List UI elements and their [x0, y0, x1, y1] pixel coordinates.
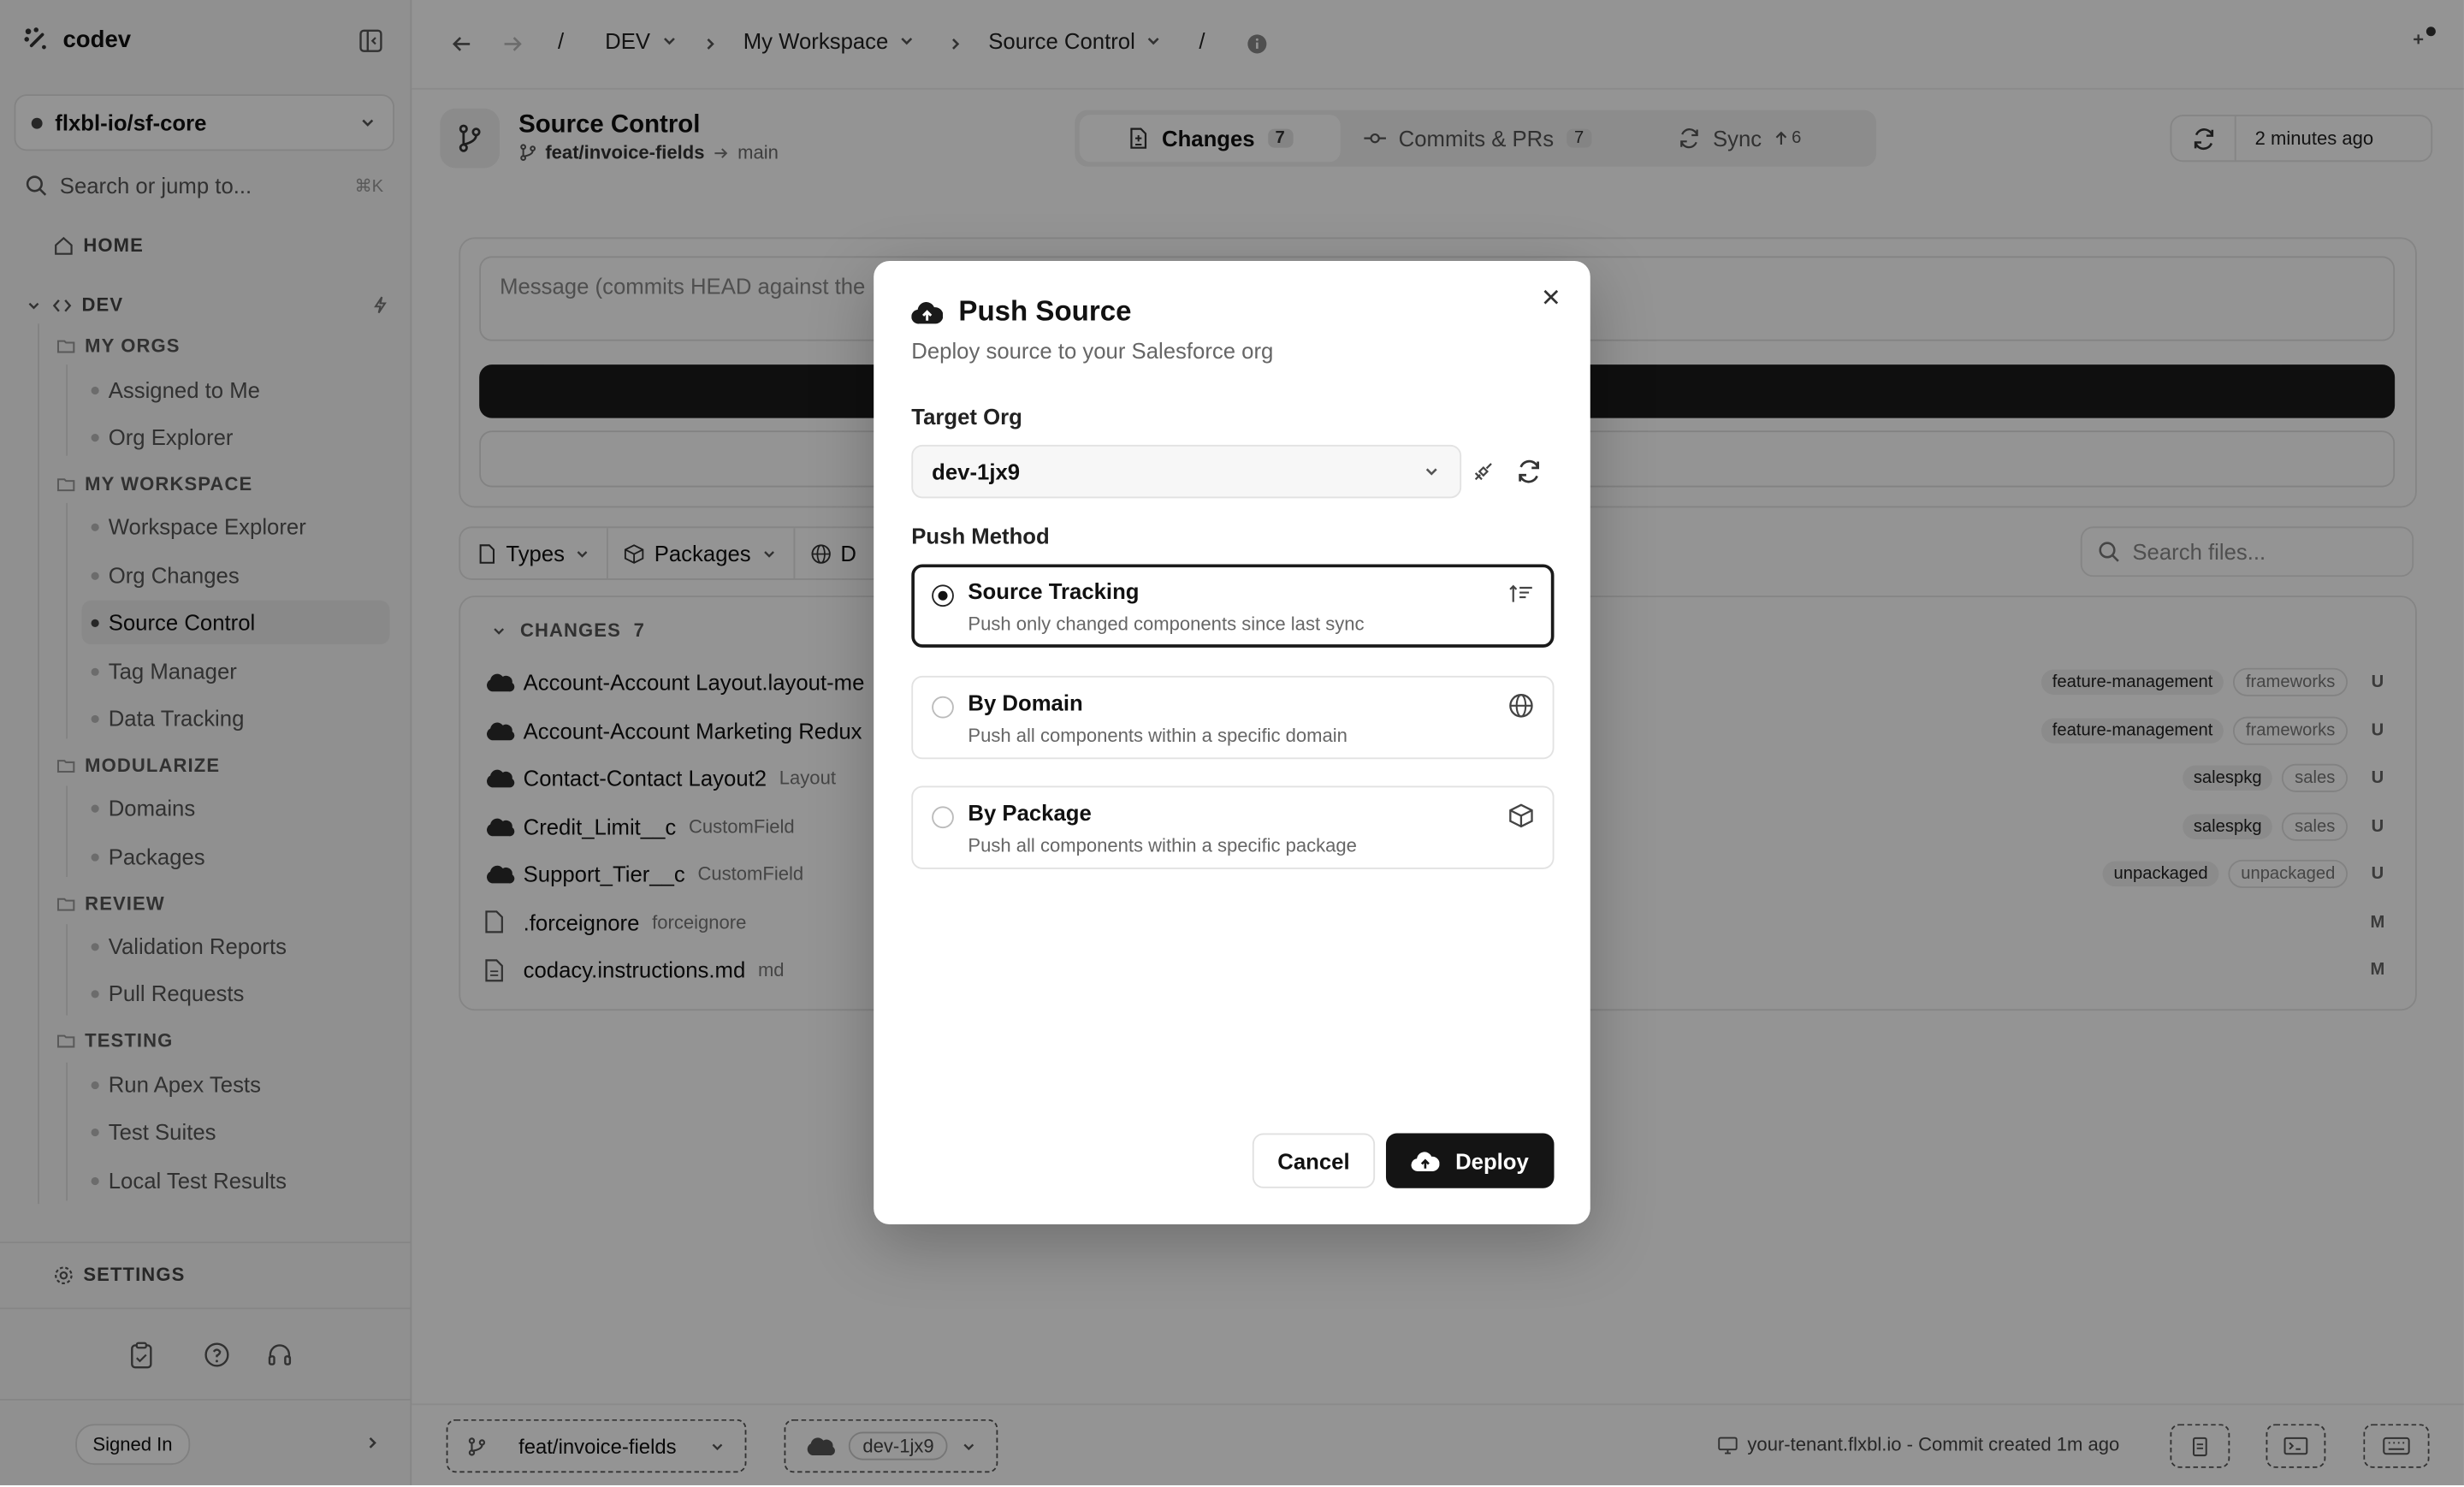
close-icon[interactable] — [1540, 286, 1562, 308]
radio-unselected[interactable] — [932, 696, 954, 719]
radio-unselected[interactable] — [932, 806, 954, 829]
target-org-label: Target Org — [911, 404, 1022, 430]
dialog-title-text: Push Source — [958, 295, 1132, 328]
option-title: Source Tracking — [968, 578, 1140, 604]
sort-list-icon — [1508, 582, 1533, 607]
cloud-upload-icon — [911, 298, 944, 326]
radio-selected[interactable] — [932, 584, 954, 607]
option-title: By Package — [968, 800, 1092, 826]
push-method-by-domain[interactable]: By Domain Push all components within a s… — [911, 675, 1555, 760]
cloud-upload-icon — [1411, 1148, 1440, 1173]
app-root: codev flxbl-io/sf-core Search or jump to… — [0, 0, 2464, 1487]
push-method-by-package[interactable]: By Package Push all components within a … — [911, 785, 1555, 869]
push-method-source-tracking[interactable]: Source Tracking Push only changed compon… — [911, 564, 1555, 648]
dialog-subtitle: Deploy source to your Salesforce org — [911, 337, 1274, 364]
push-method-label: Push Method — [911, 523, 1050, 549]
chevron-down-icon — [1422, 462, 1441, 481]
option-title: By Domain — [968, 690, 1083, 715]
target-org-value: dev-1jx9 — [932, 459, 1021, 484]
refresh-icon[interactable] — [1516, 459, 1541, 483]
dialog-title: Push Source — [911, 295, 1131, 329]
option-desc: Push all components within a specific pa… — [968, 834, 1357, 857]
cancel-button[interactable]: Cancel — [1252, 1133, 1376, 1188]
connect-org-icon[interactable] — [1471, 459, 1496, 483]
target-org-select[interactable]: dev-1jx9 — [911, 444, 1462, 499]
globe-icon — [1508, 693, 1533, 718]
package-icon — [1508, 803, 1533, 828]
deploy-button[interactable]: Deploy — [1385, 1133, 1555, 1188]
push-source-dialog: Push Source Deploy source to your Salesf… — [874, 260, 1590, 1225]
deploy-label: Deploy — [1455, 1147, 1529, 1174]
option-desc: Push all components within a specific do… — [968, 724, 1348, 747]
option-desc: Push only changed components since last … — [968, 613, 1365, 636]
